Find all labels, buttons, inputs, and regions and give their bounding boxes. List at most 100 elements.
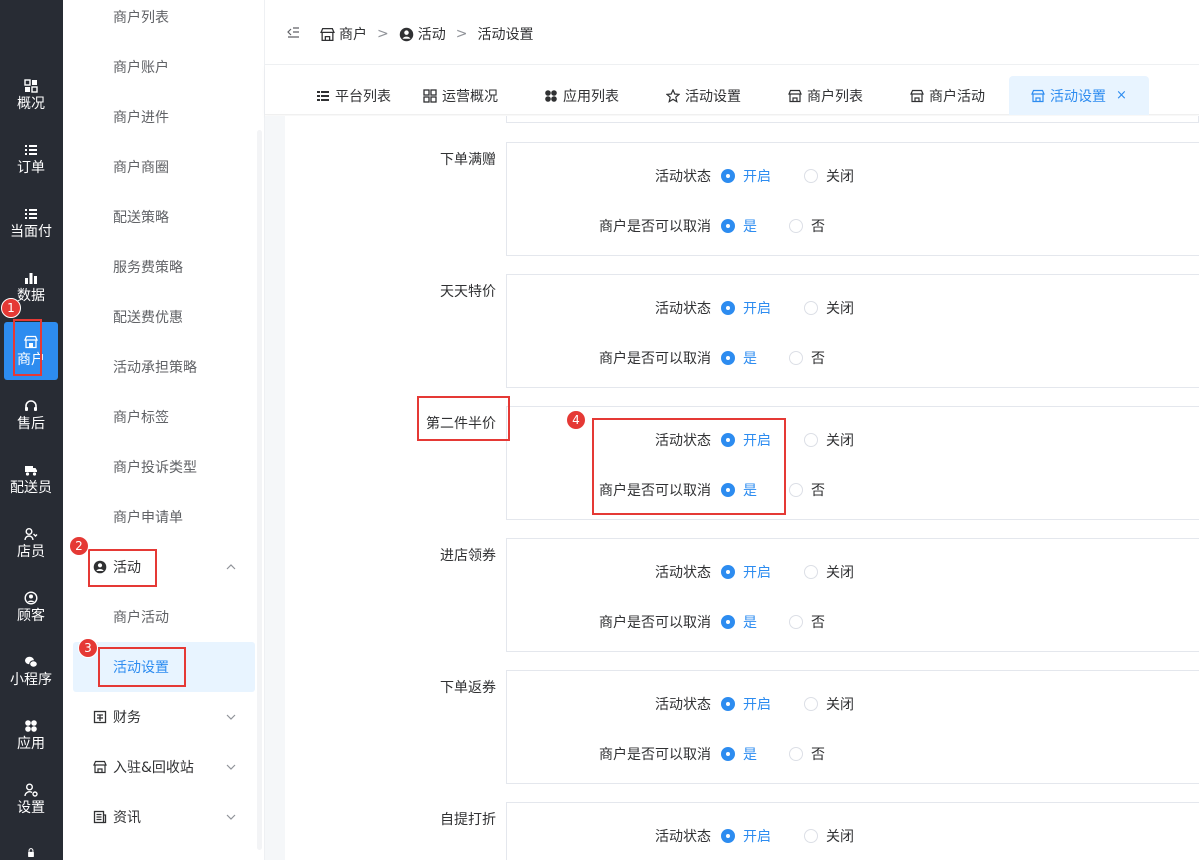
- sidebar-item-activity-settings[interactable]: 活动设置: [73, 642, 255, 692]
- row-label-store-coupon: 进店领券: [440, 548, 496, 564]
- status-label: 活动状态: [655, 829, 711, 845]
- radio-dot: [721, 219, 735, 233]
- sidebar-group-news[interactable]: 资讯: [63, 792, 259, 842]
- status-radio-on[interactable]: 开启: [721, 562, 771, 582]
- sidebar-item-merchant-list[interactable]: 商户列表: [63, 0, 259, 42]
- status-radio-on[interactable]: 开启: [721, 430, 771, 450]
- rail-item-staff[interactable]: 店员: [4, 514, 58, 572]
- wechat-icon: [25, 656, 38, 668]
- rail-item-courier[interactable]: 配送员: [4, 450, 58, 508]
- store-icon: [93, 760, 107, 774]
- sidebar-group-finance[interactable]: 财务: [63, 692, 259, 742]
- status-radio-off[interactable]: 关闭: [804, 562, 854, 582]
- status-radio-on[interactable]: 开启: [721, 694, 771, 714]
- tab-operations-overview[interactable]: 运营概况: [423, 76, 498, 115]
- radio-dot: [789, 483, 803, 497]
- sidebar-item-delivery-fee-discount[interactable]: 配送费优惠: [63, 292, 259, 342]
- radio-dot: [789, 747, 803, 761]
- tab-app-list[interactable]: 应用列表: [544, 76, 619, 115]
- status-radio-off[interactable]: 关闭: [804, 298, 854, 318]
- sub-sidebar: 商户列表 商户账户 商户进件 商户商圈 配送策略 服务费策略 配送费优惠 活动承…: [63, 0, 265, 860]
- sidebar-item-merchant-account[interactable]: 商户账户: [63, 42, 259, 92]
- status-radio-off[interactable]: 关闭: [804, 694, 854, 714]
- cancel-radio-no[interactable]: 否: [789, 348, 825, 368]
- star-icon: [666, 88, 680, 103]
- collapse-menu-icon[interactable]: [286, 26, 300, 40]
- grid-icon: [24, 78, 38, 93]
- cancel-radio-yes[interactable]: 是: [721, 348, 757, 368]
- cancel-radio-yes[interactable]: 是: [721, 744, 757, 764]
- row-box-second-half-price: 活动状态 开启 关闭 商户是否可以取消 是 否: [506, 406, 1199, 520]
- status-radio-off[interactable]: 关闭: [804, 826, 854, 846]
- rail-item-lock[interactable]: [4, 838, 58, 860]
- row-label-second-half-price: 第二件半价: [426, 416, 496, 432]
- user-circle-icon: [24, 590, 38, 605]
- annotation-badge: 2: [69, 536, 89, 556]
- sidebar-group-activity[interactable]: 活动: [63, 542, 259, 592]
- status-radio-off[interactable]: 关闭: [804, 430, 854, 450]
- cancel-radio-yes[interactable]: 是: [721, 612, 757, 632]
- status-radio-on[interactable]: 开启: [721, 298, 771, 318]
- sidebar-item-activity-cost-policy[interactable]: 活动承担策略: [63, 342, 259, 392]
- sidebar-item-merchant-applications[interactable]: 商户申请单: [63, 492, 259, 542]
- cancel-radio-yes[interactable]: 是: [721, 216, 757, 236]
- rail-item-label: 顾客: [17, 607, 45, 624]
- cancel-radio-no[interactable]: 否: [789, 612, 825, 632]
- rail-item-label: 商户: [17, 351, 45, 368]
- status-radio-on[interactable]: 开启: [721, 166, 771, 186]
- tab-activity-settings-platform[interactable]: 活动设置: [666, 76, 741, 115]
- cancel-radio-no[interactable]: 否: [789, 480, 825, 500]
- cancel-radio-no[interactable]: 否: [789, 216, 825, 236]
- sidebar-item-business-district[interactable]: 商户商圈: [63, 142, 259, 192]
- rail-item-customers[interactable]: 顾客: [4, 578, 58, 636]
- rail-item-after-sales[interactable]: 售后: [4, 386, 58, 444]
- radio-dot: [721, 829, 735, 843]
- sidebar-item-merchant-onboarding[interactable]: 商户进件: [63, 92, 259, 142]
- status-radio-on[interactable]: 开启: [721, 826, 771, 846]
- rail-item-settings[interactable]: 设置: [4, 770, 58, 828]
- tab-activity-settings[interactable]: 活动设置 ×: [1009, 76, 1149, 115]
- status-label: 活动状态: [655, 301, 711, 317]
- tab-merchant-list[interactable]: 商户列表: [788, 76, 863, 115]
- cancel-radio-no[interactable]: 否: [789, 744, 825, 764]
- annotation-badge: 1: [1, 298, 21, 318]
- radio-dot: [804, 829, 818, 843]
- tab-merchant-activity[interactable]: 商户活动: [910, 76, 985, 115]
- chevron-down-icon: [226, 764, 236, 770]
- store-icon: [1031, 89, 1045, 102]
- close-icon[interactable]: ×: [1116, 88, 1127, 103]
- rail-item-overview[interactable]: 概况: [4, 66, 58, 124]
- rail-item-label: 数据: [17, 287, 45, 304]
- radio-dot: [804, 565, 818, 579]
- sidebar-group-settle-recycle[interactable]: 入驻&回收站: [63, 742, 259, 792]
- radio-dot: [721, 697, 735, 711]
- cancel-label: 商户是否可以取消: [599, 615, 711, 631]
- tab-platform-list[interactable]: 平台列表: [316, 76, 391, 115]
- user-gear-icon: [24, 783, 38, 797]
- radio-dot: [804, 697, 818, 711]
- breadcrumb-item-merchant[interactable]: 商户: [320, 24, 367, 44]
- status-radio-off[interactable]: 关闭: [804, 166, 854, 186]
- sidebar-item-service-fee-policy[interactable]: 服务费策略: [63, 242, 259, 292]
- sidebar-item-merchant-activity[interactable]: 商户活动: [63, 592, 259, 642]
- rail-item-apps[interactable]: 应用: [4, 706, 58, 764]
- rail-item-merchant[interactable]: 商户: [4, 322, 58, 380]
- cancel-radio-yes[interactable]: 是: [721, 480, 757, 500]
- breadcrumb-item-activity[interactable]: 活动: [399, 24, 446, 44]
- sidebar-item-merchant-tags[interactable]: 商户标签: [63, 392, 259, 442]
- store-icon: [24, 335, 38, 348]
- chevron-down-icon: [226, 814, 236, 820]
- previous-row-box: [506, 116, 1199, 123]
- row-label-full-gift: 下单满赠: [440, 152, 496, 168]
- delivery-icon: [25, 465, 37, 476]
- sidebar-item-delivery-policy[interactable]: 配送策略: [63, 192, 259, 242]
- row-label-order-coupon-return: 下单返券: [440, 680, 496, 696]
- rail-item-face-pay[interactable]: 当面付: [4, 194, 58, 252]
- rail-item-mini-program[interactable]: 小程序: [4, 642, 58, 700]
- row-label-pickup-discount: 自提打折: [440, 812, 496, 828]
- rail-item-orders[interactable]: 订单: [4, 130, 58, 188]
- apps-icon: [25, 719, 37, 732]
- breadcrumb-separator: >: [377, 26, 389, 42]
- sidebar-item-complaint-types[interactable]: 商户投诉类型: [63, 442, 259, 492]
- radio-dot: [789, 351, 803, 365]
